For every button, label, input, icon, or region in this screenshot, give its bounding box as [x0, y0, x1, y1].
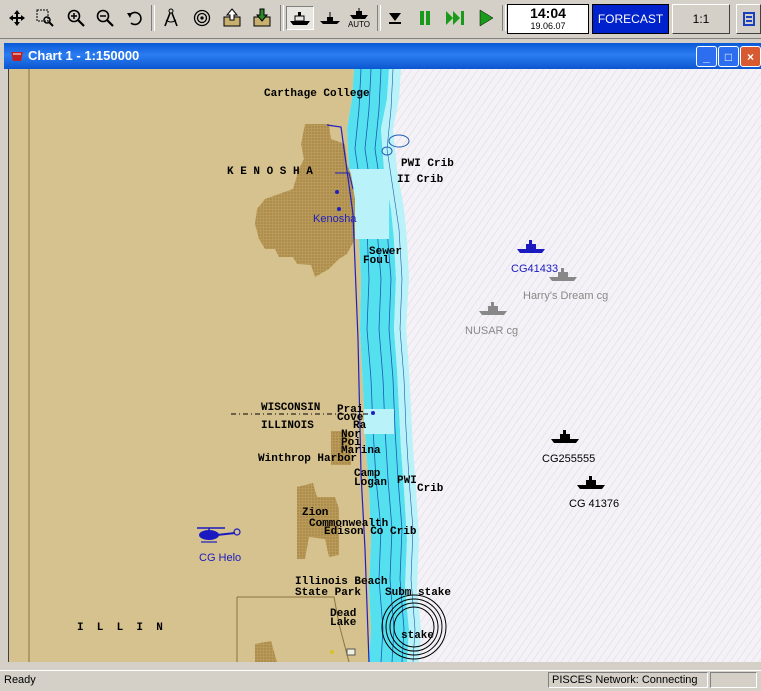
- close-icon: ×: [746, 49, 754, 64]
- label-foul: Foul: [363, 255, 390, 267]
- play-icon[interactable]: [474, 6, 498, 30]
- vessel-label-cg255555[interactable]: CG255555: [542, 453, 595, 465]
- network-icon[interactable]: [736, 4, 761, 34]
- chart-window: Chart 1 - 1:150000 _ □ × Carthage Colleg…: [4, 43, 761, 666]
- label-ii-crib: II Crib: [397, 174, 444, 186]
- network-status: PISCES Network: Connecting: [548, 672, 708, 688]
- harbor-area: [364, 409, 394, 434]
- label-illinois-region: I L L I N: [77, 622, 163, 634]
- label-pwi-crib: PWI Crib: [401, 158, 454, 170]
- clock-display: 14:04 19.06.07: [507, 4, 589, 34]
- chart-window-icon: [11, 52, 23, 61]
- status-text: Ready: [4, 674, 36, 686]
- vessel-label-nusar[interactable]: NUSAR cg: [465, 325, 518, 337]
- label-wisconsin: WISCONSIN: [261, 402, 321, 414]
- status-bar: Ready PISCES Network: Connecting: [0, 670, 761, 691]
- label-winthrop-harbor: Winthrop Harbor: [258, 453, 358, 465]
- auto-label: AUTO: [347, 19, 371, 29]
- download-icon[interactable]: [383, 6, 407, 30]
- label-state-park: State Park: [295, 587, 362, 599]
- zoom-box-icon[interactable]: [33, 6, 57, 30]
- label-crib: Crib: [417, 483, 444, 495]
- route-waypoint[interactable]: [371, 411, 375, 415]
- export-icon[interactable]: [220, 6, 244, 30]
- zoom-out-icon[interactable]: [93, 6, 117, 30]
- auto-icon[interactable]: AUTO: [346, 6, 372, 30]
- vessel-label-harrys-dream[interactable]: Harry's Dream cg: [523, 290, 608, 302]
- scale-button[interactable]: 1:1: [672, 4, 730, 34]
- route-waypoint[interactable]: [337, 207, 341, 211]
- zoom-in-icon[interactable]: [64, 6, 88, 30]
- label-kenosha-region: K E N O S H A: [227, 166, 313, 178]
- nautical-chart[interactable]: [9, 69, 761, 662]
- route-waypoint[interactable]: [335, 190, 339, 194]
- maximize-icon: □: [724, 49, 733, 64]
- clock-date: 19.06.07: [530, 21, 566, 31]
- chart-symbol: [330, 650, 334, 654]
- main-toolbar: AUTO 14:04 19.06.07 FORECAST 1:1: [0, 0, 761, 39]
- clock-time: 14:04: [530, 5, 566, 21]
- forecast-button[interactable]: FORECAST: [592, 4, 669, 34]
- chart-window-titlebar[interactable]: Chart 1 - 1:150000 _ □ ×: [4, 43, 761, 69]
- import-icon[interactable]: [250, 6, 274, 30]
- maximize-button[interactable]: □: [718, 46, 739, 67]
- ship-view-icon[interactable]: [286, 6, 314, 30]
- label-zion: Zion: [302, 507, 329, 519]
- status-cell: [710, 672, 757, 688]
- label-edison-crib: Edison Co Crib: [324, 526, 417, 538]
- close-button[interactable]: ×: [740, 46, 761, 67]
- ship-side-icon[interactable]: [317, 6, 343, 30]
- pause-icon[interactable]: [413, 6, 437, 30]
- label-lake: Lake: [330, 617, 357, 629]
- label-carthage-college: Carthage College: [264, 88, 370, 100]
- vessel-label-cg41376[interactable]: CG 41376: [569, 498, 619, 510]
- label-pwi: PWI: [397, 475, 417, 487]
- vessel-label-cg41433[interactable]: CG41433: [511, 263, 558, 275]
- minimize-button[interactable]: _: [696, 46, 717, 67]
- fast-forward-icon[interactable]: [443, 6, 467, 30]
- minimize-icon: _: [703, 49, 710, 64]
- undo-icon[interactable]: [123, 6, 147, 30]
- target-icon[interactable]: [190, 6, 214, 30]
- label-illinois: ILLINOIS: [261, 420, 314, 432]
- label-stake: stake: [401, 630, 435, 642]
- label-subm-stake: Subm stake: [385, 587, 452, 599]
- label-illinois-beach: Illinois Beach: [295, 576, 388, 588]
- chart-map[interactable]: Carthage College K E N O S H A PWI Crib …: [8, 69, 761, 662]
- label-kenosha-town: Kenosha: [313, 213, 357, 225]
- compass-icon[interactable]: [159, 6, 183, 30]
- vessel-label-cg-helo[interactable]: CG Helo: [199, 552, 241, 564]
- chart-window-title: Chart 1 - 1:150000: [28, 48, 140, 63]
- label-logan: Logan: [354, 477, 388, 489]
- move-icon[interactable]: [5, 6, 29, 30]
- chart-symbol: [346, 648, 356, 656]
